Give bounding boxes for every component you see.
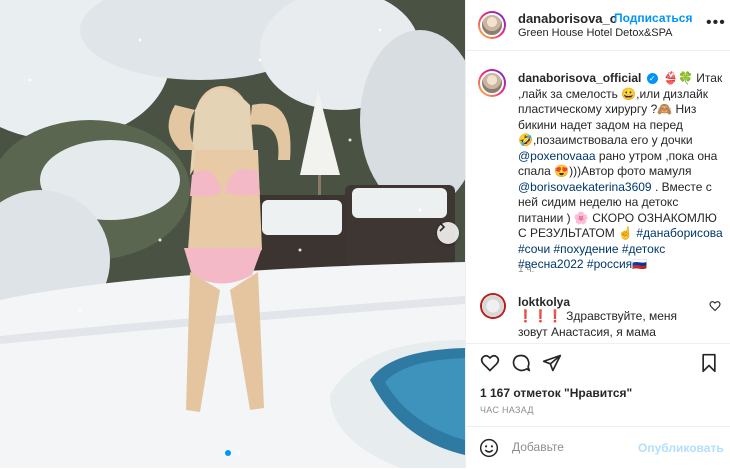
comment-text: ❗️❗️❗️ Здравствуйте, меня зовут Анастаси…	[518, 309, 678, 339]
post-caption: danaborisova_official ✓ 👙🍀 Итак ,лайк за…	[518, 71, 723, 273]
author-avatar[interactable]	[478, 11, 506, 39]
post-photo[interactable]	[0, 0, 465, 468]
publish-button[interactable]: Опубликовать	[638, 441, 724, 455]
post-header: danaborisova_c Подписаться Green House H…	[466, 0, 730, 51]
emoji-icon[interactable]	[479, 438, 499, 458]
post-actions	[466, 343, 730, 384]
like-heart-icon[interactable]	[480, 353, 500, 373]
verified-badge-icon: ✓	[646, 73, 658, 85]
post-location[interactable]: Green House Hotel Detox&SPA	[518, 27, 672, 39]
chevron-right-icon	[439, 222, 446, 232]
caption-time: 1 ч.	[518, 264, 535, 275]
instagram-post: danaborisova_c Подписаться Green House H…	[0, 0, 730, 468]
carousel-dot-active	[224, 450, 231, 456]
carousel-indicator	[0, 450, 465, 456]
photo-illustration	[0, 0, 465, 468]
comment-username[interactable]: loktkolya	[518, 295, 570, 309]
caption-author-avatar[interactable]	[478, 69, 506, 97]
caption-mention-1[interactable]: @poxenovaaa	[518, 149, 596, 163]
carousel-dot	[234, 450, 241, 456]
comment-input[interactable]	[510, 439, 654, 455]
comment-like-icon[interactable]	[709, 300, 721, 312]
more-options-icon[interactable]: •••	[706, 14, 726, 32]
commenter-avatar[interactable]	[480, 293, 506, 319]
comment-icon[interactable]	[511, 353, 531, 373]
follow-button[interactable]: Подписаться	[614, 11, 692, 25]
save-bookmark-icon[interactable]	[700, 353, 718, 373]
author-username[interactable]: danaborisova_c	[518, 11, 617, 26]
add-comment-bar: Опубликовать	[466, 426, 730, 469]
post-side-panel: danaborisova_c Подписаться Green House H…	[465, 0, 730, 468]
share-icon[interactable]	[542, 353, 562, 373]
post-timestamp: ЧАС НАЗАД	[480, 405, 534, 415]
caption-mention-2[interactable]: @borisovaekaterina3609	[518, 180, 652, 194]
caption-username[interactable]: danaborisova_official	[518, 71, 641, 85]
likes-count[interactable]: 1 167 отметок "Нравится"	[480, 386, 632, 400]
next-photo-button[interactable]	[437, 222, 459, 244]
